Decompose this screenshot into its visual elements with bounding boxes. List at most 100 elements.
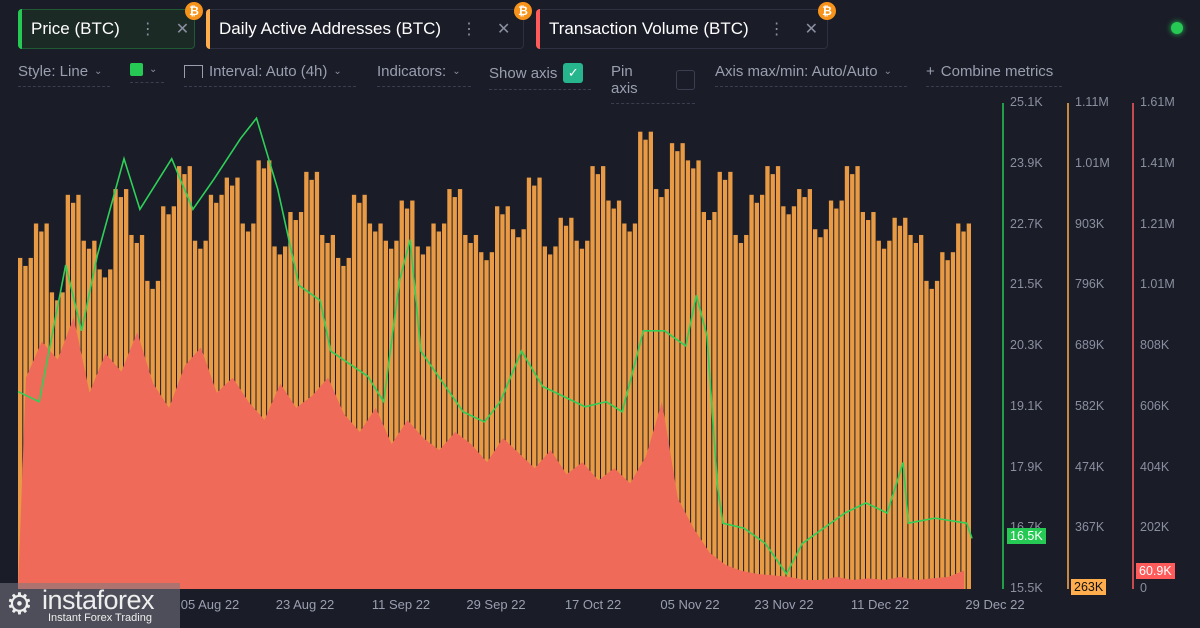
address-bar (940, 252, 945, 589)
style-label: Style: Line (18, 63, 89, 80)
address-bar (654, 189, 659, 589)
address-bar (410, 200, 415, 589)
address-bar (622, 223, 627, 590)
address-bar (468, 242, 473, 589)
address-bar (357, 202, 362, 589)
address-bar (113, 189, 118, 589)
address-bar (383, 240, 388, 589)
addresses-tick-label: 689K (1075, 338, 1105, 352)
address-bar (913, 242, 918, 589)
address-bar (76, 194, 81, 589)
address-bar (685, 160, 691, 590)
address-bar (198, 248, 203, 589)
address-bar (304, 171, 309, 589)
close-icon[interactable]: ✕ (497, 19, 510, 39)
addresses-tick-label: 474K (1075, 459, 1105, 474)
address-bar (860, 212, 865, 589)
address-bar (431, 223, 436, 590)
address-bar (781, 206, 786, 589)
price-tick-label: 25.1K (1010, 95, 1043, 109)
address-bar (924, 280, 929, 589)
address-bar (28, 257, 33, 589)
address-bar (102, 277, 108, 589)
address-bar (118, 197, 123, 589)
address-bar (712, 212, 717, 589)
address-bar (495, 206, 500, 589)
address-bar (834, 208, 839, 589)
interval-dropdown[interactable]: Interval: Auto (4h) ⌄ (184, 63, 356, 87)
x-tick-label: 05 Nov 22 (660, 597, 720, 612)
address-bar (314, 171, 320, 589)
address-bar (611, 208, 616, 589)
address-bar (277, 254, 282, 590)
address-bar (18, 257, 23, 589)
combine-metrics-label: Combine metrics (940, 63, 1054, 80)
axis-maxmin-dropdown[interactable]: Axis max/min: Auto/Auto ⌄ (715, 63, 907, 87)
addresses-tick-label: 903K (1075, 216, 1105, 231)
address-bar (966, 223, 971, 590)
color-picker[interactable]: ⌄ (130, 63, 164, 83)
tab-transaction-volume[interactable]: Transaction Volume (BTC) ⋮ ✕ ₿ (536, 2, 836, 49)
plus-icon: + (926, 63, 935, 80)
x-tick-label: 29 Dec 22 (965, 597, 1025, 612)
tab-color-bar (206, 9, 210, 49)
address-bar (728, 171, 733, 589)
volume-tick-label: 1.41M (1140, 155, 1175, 170)
ruler-icon (184, 65, 203, 78)
tab-price[interactable]: Price (BTC) ⋮ ✕ ₿ (18, 2, 203, 49)
tab-color-bar (536, 9, 540, 49)
address-bar (701, 212, 706, 589)
pin-axis-toggle[interactable]: Pin axis (611, 63, 695, 104)
address-bar (537, 177, 542, 589)
address-bar (92, 240, 97, 589)
indicators-dropdown[interactable]: Indicators: ⌄ (377, 63, 471, 87)
bitcoin-icon: ₿ (818, 2, 836, 20)
address-bar (818, 237, 823, 589)
close-icon[interactable]: ✕ (176, 19, 189, 39)
more-icon[interactable]: ⋮ (769, 19, 785, 39)
checkbox-unchecked-icon[interactable] (675, 70, 695, 90)
address-bar (632, 223, 638, 590)
address-bar (373, 231, 378, 590)
address-bar (272, 246, 277, 590)
address-bar (892, 217, 897, 589)
address-bar (908, 234, 913, 589)
address-bar (362, 194, 367, 589)
volume-tick-label: 808K (1140, 338, 1170, 352)
address-bar (881, 248, 887, 589)
addresses-tick-label: 367K (1075, 520, 1105, 535)
close-icon[interactable]: ✕ (805, 19, 818, 39)
price-current-marker: 16.5K (1007, 528, 1046, 544)
address-bar (55, 300, 60, 589)
volume-tick-label: 1.01M (1140, 277, 1175, 292)
volume-tick-label: 606K (1140, 398, 1170, 413)
checkbox-checked-icon[interactable]: ✓ (563, 63, 584, 83)
addresses-tick-label: 1.01M (1075, 155, 1110, 170)
address-bar (86, 248, 92, 589)
address-bar (129, 234, 134, 589)
address-bar (744, 234, 749, 589)
address-bar (839, 200, 844, 589)
color-swatch (130, 63, 143, 76)
show-axis-toggle[interactable]: Show axis ✓ (489, 63, 591, 90)
address-bar (399, 200, 404, 589)
address-bar (145, 280, 150, 589)
more-icon[interactable]: ⋮ (140, 19, 156, 39)
price-tick-label: 21.5K (1010, 277, 1043, 292)
address-bar (563, 225, 569, 589)
address-bar (876, 240, 881, 589)
tab-daily-active-addresses[interactable]: Daily Active Addresses (BTC) ⋮ ✕ ₿ (206, 2, 532, 49)
more-icon[interactable]: ⋮ (461, 19, 477, 39)
address-bar (696, 160, 701, 590)
gear-logo-icon: ⚙ (6, 588, 33, 621)
combine-metrics-button[interactable]: + Combine metrics (926, 63, 1062, 87)
address-bar (44, 223, 49, 590)
style-dropdown[interactable]: Style: Line ⌄ (18, 63, 110, 87)
address-bar (791, 206, 797, 589)
x-tick-label: 29 Sep 22 (466, 597, 526, 612)
address-bar (203, 240, 208, 589)
tab-label: Transaction Volume (BTC) (549, 19, 749, 38)
address-bar (187, 166, 192, 589)
address-bar (23, 265, 28, 589)
x-tick-label: 23 Aug 22 (275, 597, 335, 612)
